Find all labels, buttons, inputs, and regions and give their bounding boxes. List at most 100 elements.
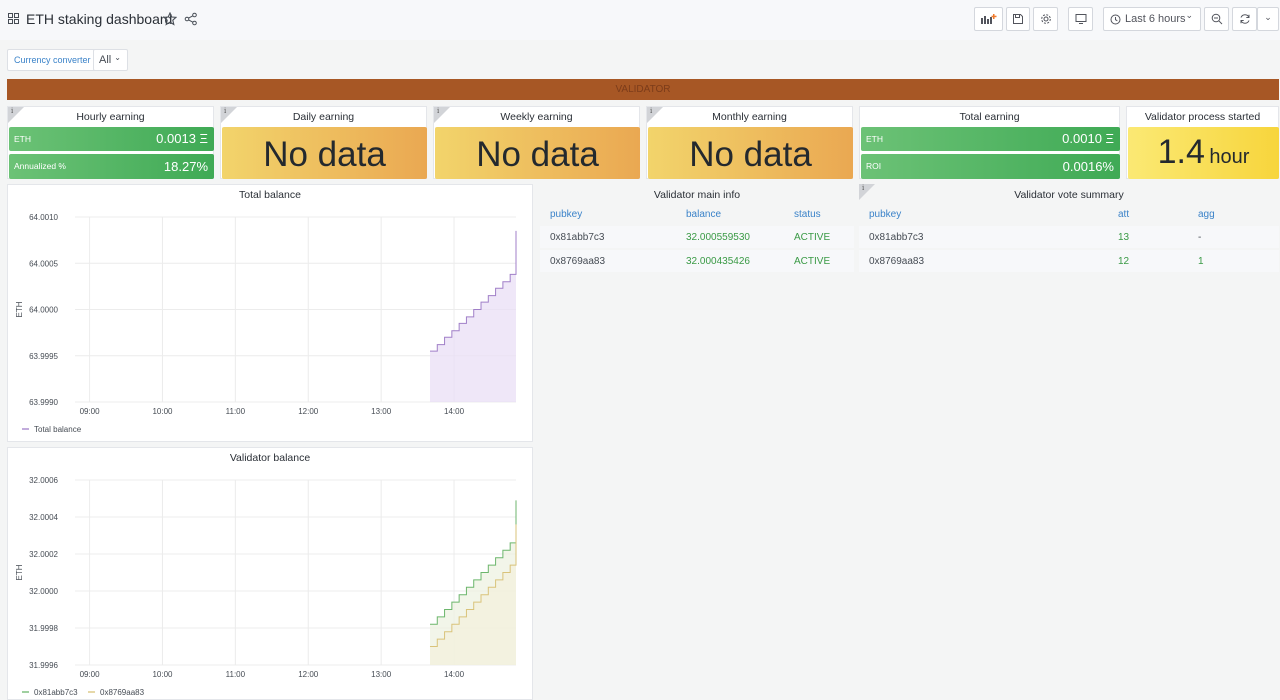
stat-value: 1.4 [1157, 133, 1205, 171]
panel-title: Validator main info [653, 189, 741, 201]
refresh-icon [1240, 14, 1249, 24]
column-header[interactable]: pubkey [540, 204, 676, 224]
y-tick-label: 31.9998 [29, 624, 58, 633]
total-earning-panel: Total earning ETH 0.0010 Ξ ROI 0.0016% [859, 106, 1120, 179]
main-info-table: pubkey balance status 0x81abb7c3 32.0005… [540, 204, 854, 272]
pubkey-cell: 0x8769aa83 [540, 248, 676, 272]
stat-label: ETH [14, 134, 31, 144]
star-icon[interactable] [163, 12, 177, 26]
stat-value: 0.0016% [1062, 159, 1114, 174]
stat-value: 0.0013 Ξ [156, 131, 208, 146]
panel-title: Total earning [959, 111, 1020, 123]
weekly-earning-panel: i Weekly earning No data [433, 106, 640, 179]
stat-value: 18.27% [163, 159, 208, 174]
stat-eth: ETH 0.0010 Ξ [861, 127, 1120, 151]
monitor-icon [1075, 14, 1086, 24]
x-tick-label: 09:00 [80, 407, 101, 416]
att-cell: 13 [1108, 224, 1188, 248]
no-data-text: No data [263, 135, 386, 174]
y-tick-label: 64.0005 [29, 259, 58, 268]
y-tick-label: 31.9996 [29, 661, 58, 670]
y-tick-label: 64.0000 [29, 306, 58, 315]
x-tick-label: 11:00 [226, 407, 246, 416]
dashboard-grid-icon[interactable] [8, 13, 19, 24]
currency-converter-select[interactable]: All ⌄ [93, 49, 128, 71]
page-title[interactable]: ETH staking dashboard [26, 11, 172, 27]
stat-label: Annualized % [14, 161, 66, 171]
stat-box: 1.4 hour [1128, 127, 1279, 179]
share-icon[interactable] [184, 12, 198, 26]
add-panel-button[interactable] [974, 7, 1003, 31]
hourly-earning-panel: i Hourly earning ETH 0.0013 Ξ Annualized… [7, 106, 214, 179]
column-header[interactable]: pubkey [859, 204, 1108, 224]
zoom-out-button[interactable] [1204, 7, 1229, 31]
top-bar: ETH staking dashboard Last 6 hours ⌄ ⌄ [0, 0, 1280, 40]
x-tick-label: 14:00 [444, 670, 465, 679]
validator-row-header[interactable]: VALIDATOR [7, 79, 1279, 100]
chevron-down-icon: ⌄ [1185, 10, 1193, 20]
x-tick-label: 10:00 [152, 407, 173, 416]
validator-balance-chart[interactable]: 32.0006 32.0004 32.0002 32.0000 31.9998 31.99… [8, 448, 534, 700]
legend-entry: Total balance [34, 425, 82, 434]
time-range-picker[interactable]: Last 6 hours ⌄ [1103, 7, 1201, 31]
stat-box: No data [222, 127, 427, 179]
legend-entry: 0x8769aa83 [100, 688, 145, 697]
pubkey-cell: 0x8769aa83 [859, 248, 1108, 272]
panel-title: Monthly earning [712, 111, 787, 123]
x-tick-label: 09:00 [80, 670, 101, 679]
time-range-label: Last 6 hours [1125, 13, 1186, 25]
no-data-text: No data [476, 135, 599, 174]
y-tick-label: 64.0010 [29, 213, 58, 222]
tv-mode-button[interactable] [1068, 7, 1093, 31]
stat-value: 0.0010 Ξ [1062, 131, 1114, 146]
column-header[interactable]: status [784, 204, 854, 224]
legend-entry: 0x81abb7c3 [34, 688, 78, 697]
column-header[interactable]: agg [1188, 204, 1279, 224]
x-tick-label: 10:00 [152, 670, 173, 679]
status-cell: ACTIVE [784, 224, 854, 248]
stat-label: ROI [866, 161, 882, 171]
pubkey-cell: 0x81abb7c3 [540, 224, 676, 248]
validator-main-info-panel: Validator main info pubkey balance statu… [540, 184, 854, 274]
add-panel-icon [980, 14, 996, 24]
x-tick-label: 13:00 [371, 407, 392, 416]
save-button[interactable] [1006, 7, 1030, 31]
stat-unit: hour [1209, 146, 1250, 168]
stat-annualized: Annualized % 18.27% [9, 154, 214, 179]
table-row: 0x81abb7c3 32.000559530 ACTIVE [540, 224, 854, 248]
agg-cell: 1 [1188, 248, 1279, 272]
panel-title: Weekly earning [500, 111, 573, 123]
currency-converter-label: Currency converter [7, 49, 98, 71]
panel-title: Hourly earning [76, 111, 145, 123]
column-header[interactable]: balance [676, 204, 784, 224]
agg-cell: - [1188, 224, 1279, 248]
daily-earning-panel: i Daily earning No data [220, 106, 427, 179]
table-row: 0x8769aa83 32.000435426 ACTIVE [540, 248, 854, 272]
column-header[interactable]: att [1108, 204, 1188, 224]
y-tick-label: 63.9995 [29, 352, 58, 361]
total-balance-chart[interactable]: 64.0010 64.0005 64.0000 63.9995 63.9990 09:00… [8, 185, 534, 443]
no-data-text: No data [689, 135, 812, 174]
panel-title: Validator vote summary [1014, 189, 1124, 201]
process-started-panel: Validator process started 1.4 hour [1126, 106, 1279, 179]
y-axis-label: ETH [15, 564, 24, 580]
panel-title: Validator process started [1144, 111, 1261, 123]
stat-roi: ROI 0.0016% [861, 154, 1120, 179]
y-axis-label: ETH [15, 301, 24, 317]
x-tick-label: 13:00 [371, 670, 392, 679]
vote-summary-table: pubkey att agg 0x81abb7c3 13 - 0x8769aa8… [859, 204, 1279, 272]
refresh-button[interactable] [1232, 7, 1257, 31]
currency-converter-value: All [99, 54, 112, 66]
att-cell: 12 [1108, 248, 1188, 272]
stat-label: ETH [866, 134, 883, 144]
save-icon [1013, 14, 1023, 24]
y-tick-label: 63.9990 [29, 398, 58, 407]
settings-button[interactable] [1033, 7, 1058, 31]
y-tick-label: 32.0006 [29, 476, 58, 485]
table-row: 0x81abb7c3 13 - [859, 224, 1279, 248]
refresh-interval-dropdown[interactable]: ⌄ [1257, 7, 1279, 31]
x-tick-label: 12:00 [298, 670, 319, 679]
zoom-out-icon [1211, 13, 1222, 25]
gear-icon [1040, 14, 1051, 24]
stat-box: No data [648, 127, 853, 179]
